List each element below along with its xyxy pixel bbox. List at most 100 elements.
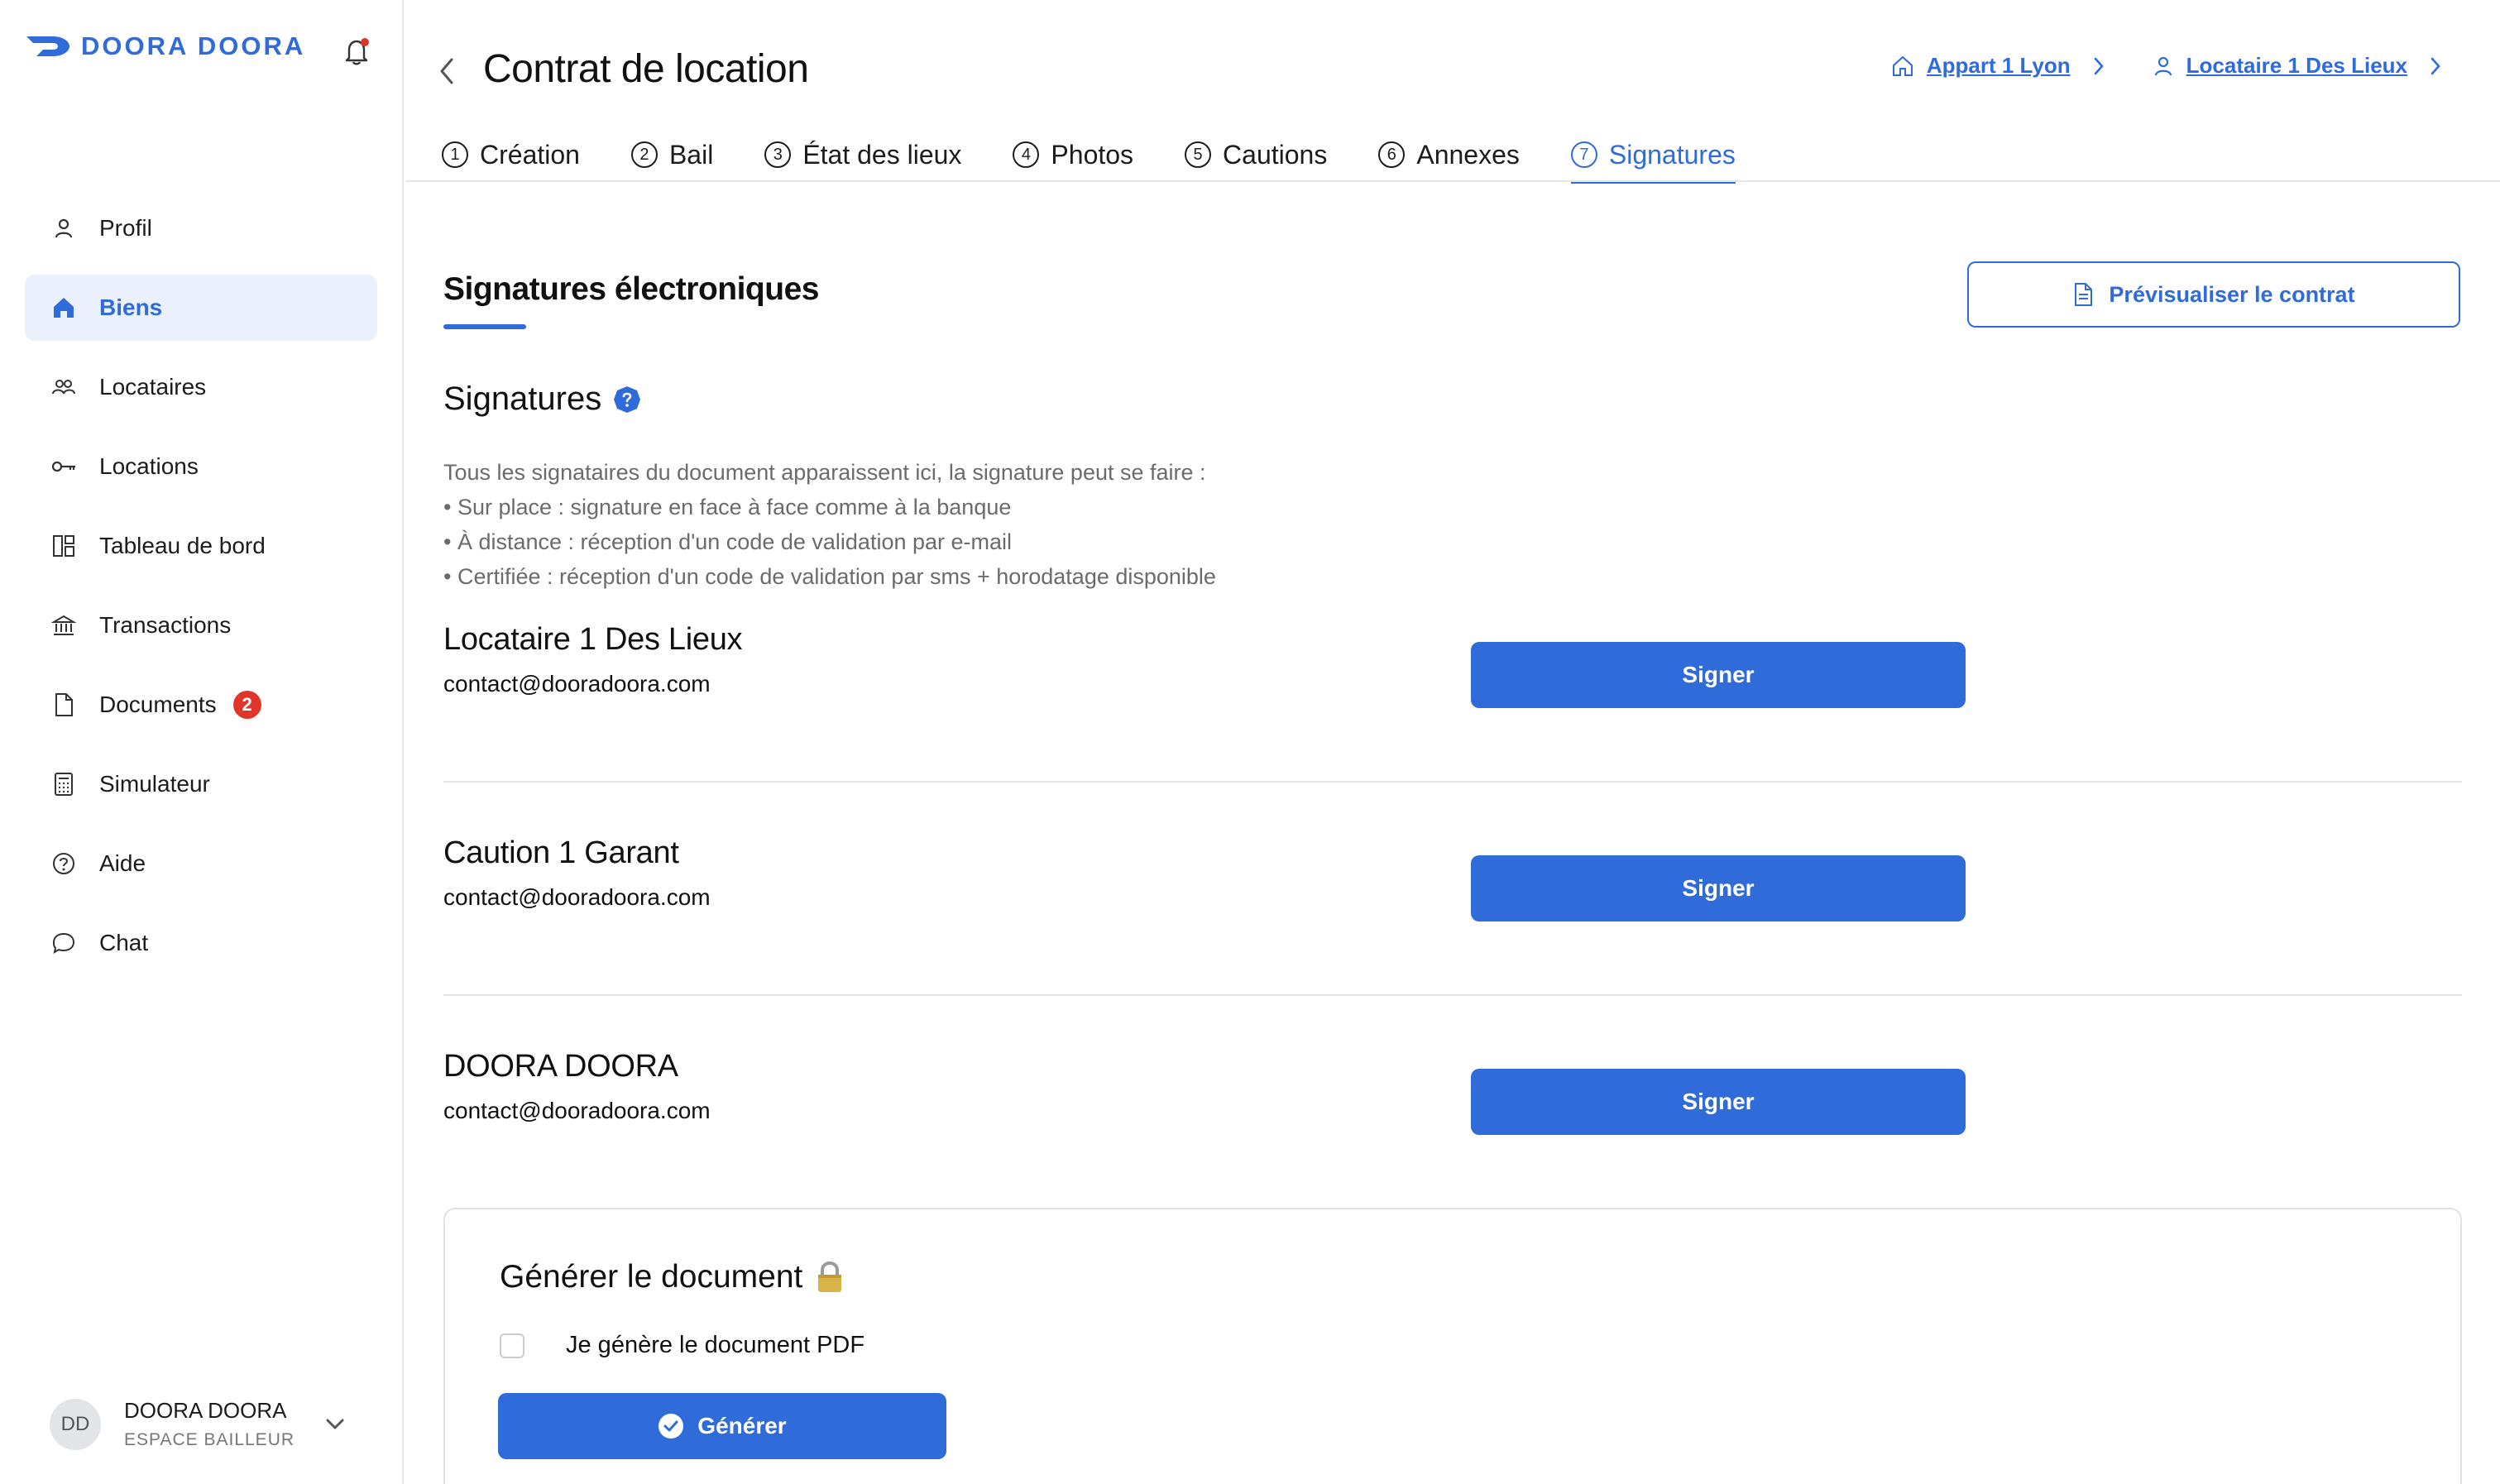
tab-label: Signatures bbox=[1608, 139, 1736, 170]
sidebar-item-label: Profil bbox=[99, 215, 152, 241]
users-icon bbox=[50, 373, 78, 401]
step-number: 4 bbox=[1013, 141, 1040, 168]
tab-label: État des lieux bbox=[802, 139, 962, 170]
document-icon bbox=[2075, 283, 2093, 306]
step-tabs: 1 Création 2 Bail 3 État des lieux 4 Photos … bbox=[442, 129, 1787, 184]
dashboard-icon bbox=[50, 532, 78, 560]
sidebar-item-transactions[interactable]: Transactions bbox=[25, 592, 377, 658]
bank-icon bbox=[50, 611, 78, 639]
tab-signatures[interactable]: 7 Signatures bbox=[1570, 129, 1736, 184]
back-arrow-icon[interactable] bbox=[433, 55, 460, 88]
brand-name: DOORA DOORA bbox=[81, 31, 306, 60]
user-menu[interactable]: DD DOORA DOORA ESPACE BAILLEUR bbox=[50, 1398, 344, 1450]
key-icon bbox=[50, 452, 78, 481]
sidebar-item-profil[interactable]: Profil bbox=[25, 195, 377, 261]
user-icon bbox=[2154, 56, 2172, 75]
breadcrumb: Appart 1 Lyon Locataire 1 Des Lieux bbox=[1890, 53, 2445, 79]
signer-row: Caution 1 Garant contact@dooradoora.com … bbox=[443, 835, 2462, 922]
tabs-divider bbox=[405, 180, 2500, 182]
signer-email: contact@dooradoora.com bbox=[443, 1098, 711, 1123]
breadcrumb-tenant-link[interactable]: Locataire 1 Des Lieux bbox=[2152, 53, 2407, 79]
generate-heading: Générer le document bbox=[500, 1259, 845, 1295]
generate-pdf-label: Je génère le document PDF bbox=[566, 1332, 865, 1358]
chevron-right-icon bbox=[2431, 57, 2440, 74]
sidebar-item-locataires[interactable]: Locataires bbox=[25, 354, 377, 420]
help-icon[interactable] bbox=[613, 385, 641, 414]
generate-document-card: Générer le document Je génère le documen… bbox=[443, 1208, 2462, 1484]
sidebar-item-simulateur[interactable]: Simulateur bbox=[25, 751, 377, 817]
sidebar-item-locations[interactable]: Locations bbox=[25, 433, 377, 500]
tab-label: Cautions bbox=[1223, 139, 1328, 170]
sidebar-item-tableau-de-bord[interactable]: Tableau de bord bbox=[25, 513, 377, 579]
step-number: 3 bbox=[764, 141, 792, 168]
generate-pdf-option[interactable]: Je génère le document PDF bbox=[500, 1332, 864, 1359]
signatures-title: Signatures bbox=[443, 381, 602, 417]
sidebar-item-chat[interactable]: Chat bbox=[25, 910, 377, 976]
divider bbox=[443, 781, 2462, 783]
description-line: • À distance : réception d'un code de va… bbox=[443, 529, 1013, 554]
tab-photos[interactable]: 4 Photos bbox=[1013, 129, 1133, 180]
check-circle-icon bbox=[659, 1414, 684, 1439]
tab-creation[interactable]: 1 Création bbox=[442, 129, 580, 180]
generate-pdf-checkbox[interactable] bbox=[500, 1333, 524, 1358]
generate-button[interactable]: Générer bbox=[498, 1393, 946, 1459]
sign-button[interactable]: Signer bbox=[1471, 642, 1966, 708]
sidebar-item-label: Aide bbox=[99, 850, 146, 876]
sidebar-item-documents[interactable]: Documents 2 bbox=[25, 672, 377, 738]
sidebar-item-label: Biens bbox=[99, 294, 163, 320]
generate-title: Générer le document bbox=[500, 1259, 803, 1295]
tab-label: Création bbox=[480, 139, 580, 170]
signer-name: Caution 1 Garant bbox=[443, 835, 679, 870]
tab-annexes[interactable]: 6 Annexes bbox=[1378, 129, 1520, 180]
preview-contract-label: Prévisualiser le contrat bbox=[2109, 281, 2355, 307]
calculator-icon bbox=[50, 770, 78, 798]
step-number: 5 bbox=[1185, 141, 1212, 168]
preview-contract-button[interactable]: Prévisualiser le contrat bbox=[1967, 261, 2460, 328]
sidebar-nav: Profil Biens Locataires Locations Tablea… bbox=[25, 195, 377, 989]
sign-button[interactable]: Signer bbox=[1471, 855, 1966, 922]
chevron-right-icon bbox=[2094, 57, 2103, 74]
sign-button[interactable]: Signer bbox=[1471, 1069, 1966, 1135]
tab-label: Bail bbox=[668, 139, 714, 170]
lock-icon bbox=[818, 1261, 842, 1292]
chevron-down-icon[interactable] bbox=[323, 1411, 347, 1436]
sidebar-item-label: Documents bbox=[99, 692, 217, 717]
page-title: Contrat de location bbox=[483, 47, 809, 91]
description-line: • Certifiée : réception d'un code de val… bbox=[443, 564, 1216, 589]
breadcrumb-property-link[interactable]: Appart 1 Lyon bbox=[1890, 53, 2071, 79]
tab-cautions[interactable]: 5 Cautions bbox=[1185, 129, 1327, 180]
home-icon bbox=[50, 294, 78, 322]
tab-etat-des-lieux[interactable]: 3 État des lieux bbox=[764, 129, 961, 180]
tab-label: Annexes bbox=[1416, 139, 1520, 170]
sidebar: DOORA DOORA Profil Biens Locataires Loca… bbox=[0, 0, 404, 1484]
chat-icon bbox=[50, 929, 78, 957]
section-title: Signatures électroniques bbox=[443, 271, 819, 307]
notification-bell-icon[interactable] bbox=[342, 36, 371, 66]
signer-email: contact@dooradoora.com bbox=[443, 671, 711, 697]
generate-button-label: Générer bbox=[697, 1413, 787, 1439]
description-line: Tous les signataires du document apparai… bbox=[443, 460, 1206, 485]
signer-name: Locataire 1 Des Lieux bbox=[443, 622, 743, 657]
home-icon bbox=[1892, 55, 1913, 76]
avatar: DD bbox=[50, 1398, 101, 1450]
signer-row: Locataire 1 Des Lieux contact@dooradoora… bbox=[443, 622, 2462, 708]
logo-icon bbox=[26, 36, 69, 56]
step-number: 1 bbox=[442, 141, 468, 168]
document-icon bbox=[50, 691, 78, 719]
user-role: ESPACE BAILLEUR bbox=[124, 1430, 295, 1449]
user-icon bbox=[50, 214, 78, 242]
breadcrumb-label: Appart 1 Lyon bbox=[1926, 53, 2071, 78]
sidebar-item-biens[interactable]: Biens bbox=[25, 275, 377, 341]
sidebar-item-label: Locataires bbox=[99, 374, 207, 400]
tab-label: Photos bbox=[1051, 139, 1134, 170]
help-icon bbox=[50, 850, 78, 878]
sidebar-item-label: Tableau de bord bbox=[99, 533, 266, 558]
brand-logo[interactable]: DOORA DOORA bbox=[25, 31, 305, 61]
sidebar-item-label: Chat bbox=[99, 930, 149, 955]
sidebar-item-aide[interactable]: Aide bbox=[25, 831, 377, 897]
section-title-underline bbox=[443, 324, 526, 329]
description-line: • Sur place : signature en face à face c… bbox=[443, 495, 1012, 519]
user-name: DOORA DOORA bbox=[124, 1398, 287, 1423]
tab-bail[interactable]: 2 Bail bbox=[630, 129, 714, 180]
step-number: 7 bbox=[1570, 141, 1597, 168]
